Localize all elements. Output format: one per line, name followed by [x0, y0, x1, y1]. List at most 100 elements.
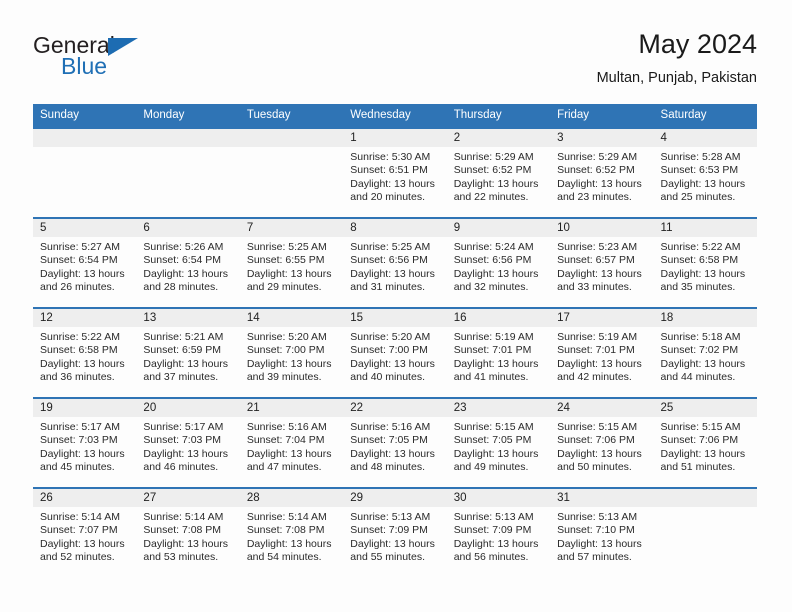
day-sunrise-text: Sunrise: 5:15 AM [557, 421, 638, 433]
day-sunrise-text: Sunrise: 5:24 AM [453, 241, 534, 253]
calendar-day-cell[interactable]: 1 Sunrise: 5:30 AM Sunset: 6:51 PM Daylight… [343, 127, 447, 218]
calendar-day-cell[interactable]: 24 Sunrise: 5:15 AM Sunset: 7:06 PM Dayligh… [550, 397, 654, 488]
day-details: Sunrise: 5:15 AM Sunset: 7:06 PM Daylight:… [654, 417, 757, 475]
day-details: Sunrise: 5:25 AM Sunset: 6:55 PM Daylight:… [240, 237, 343, 295]
day-daylight-line1-text: Daylight: 13 hours [40, 267, 125, 280]
day-details: Sunrise: 5:28 AM Sunset: 6:53 PM Daylight:… [654, 147, 757, 205]
calendar-day-cell [136, 127, 240, 218]
calendar-day-cell[interactable]: 22 Sunrise: 5:16 AM Sunset: 7:05 PM Dayligh… [343, 397, 447, 488]
empty-day [653, 489, 757, 577]
calendar-day-cell[interactable]: 12 Sunrise: 5:22 AM Sunset: 6:58 PM Dayligh… [33, 307, 137, 398]
calendar-day-cell[interactable]: 25 Sunrise: 5:15 AM Sunset: 7:06 PM Dayligh… [653, 397, 757, 488]
day-details: Sunrise: 5:19 AM Sunset: 7:01 PM Daylight:… [447, 327, 550, 385]
calendar-day-cell[interactable]: 5 Sunrise: 5:27 AM Sunset: 6:54 PM Daylight… [33, 217, 137, 308]
day-details: Sunrise: 5:14 AM Sunset: 7:07 PM Daylight:… [33, 507, 136, 565]
day-daylight-line2-text: and 47 minutes. [246, 461, 322, 474]
day-sunset-text: Sunset: 7:06 PM [660, 434, 739, 447]
calendar-day-cell[interactable]: 9 Sunrise: 5:24 AM Sunset: 6:56 PM Daylight… [446, 217, 551, 308]
calendar-day-cell[interactable]: 10 Sunrise: 5:23 AM Sunset: 6:57 PM Dayligh… [550, 217, 654, 308]
calendar-day-cell[interactable]: 27 Sunrise: 5:14 AM Sunset: 7:08 PM Dayligh… [136, 487, 240, 577]
day-daylight-line2-text: and 48 minutes. [350, 461, 425, 474]
calendar-day-cell[interactable]: 7 Sunrise: 5:25 AM Sunset: 6:55 PM Daylight… [239, 217, 344, 308]
calendar-day-cell[interactable]: 19 Sunrise: 5:17 AM Sunset: 7:03 PM Dayligh… [33, 397, 137, 488]
day-daylight-line1-text: Daylight: 13 hours [350, 267, 435, 280]
day-content: 21 Sunrise: 5:16 AM Sunset: 7:04 PM Dayligh… [239, 399, 344, 487]
page-header: General Blue May 2024 Multan, Punjab, Pa… [33, 28, 757, 96]
day-content: 22 Sunrise: 5:16 AM Sunset: 7:05 PM Dayligh… [343, 399, 447, 487]
calendar-day-cell[interactable]: 26 Sunrise: 5:14 AM Sunset: 7:07 PM Dayligh… [33, 487, 137, 577]
calendar-day-cell [33, 127, 137, 218]
day-content: 11 Sunrise: 5:22 AM Sunset: 6:58 PM Dayligh… [653, 219, 757, 307]
day-details: Sunrise: 5:17 AM Sunset: 7:03 PM Daylight:… [136, 417, 239, 475]
calendar-day-cell[interactable]: 18 Sunrise: 5:18 AM Sunset: 7:02 PM Dayligh… [653, 307, 757, 398]
day-daylight-line1-text: Daylight: 13 hours [246, 447, 332, 460]
day-daylight-line2-text: and 28 minutes. [143, 281, 219, 294]
day-sunset-text: Sunset: 6:57 PM [557, 254, 635, 267]
day-sunrise-text: Sunrise: 5:18 AM [660, 331, 741, 343]
sunrise-sunset-calendar-table: Sunday Monday Tuesday Wednesday Thursday… [33, 104, 757, 577]
day-daylight-line2-text: and 55 minutes. [350, 551, 425, 564]
calendar-day-cell[interactable]: 20 Sunrise: 5:17 AM Sunset: 7:03 PM Dayligh… [136, 397, 240, 488]
day-daylight-line1-text: Daylight: 13 hours [557, 177, 642, 190]
day-number: 20 [136, 399, 240, 417]
general-blue-logo[interactable]: General Blue [33, 34, 243, 90]
calendar-day-cell[interactable]: 29 Sunrise: 5:13 AM Sunset: 7:09 PM Dayligh… [343, 487, 447, 577]
calendar-day-cell[interactable]: 30 Sunrise: 5:13 AM Sunset: 7:09 PM Dayligh… [446, 487, 551, 577]
calendar-day-cell[interactable]: 28 Sunrise: 5:14 AM Sunset: 7:08 PM Dayligh… [239, 487, 344, 577]
day-daylight-line1-text: Daylight: 13 hours [350, 447, 435, 460]
day-details: Sunrise: 5:13 AM Sunset: 7:09 PM Daylight:… [343, 507, 446, 565]
calendar-day-cell[interactable]: 13 Sunrise: 5:21 AM Sunset: 6:59 PM Dayligh… [136, 307, 240, 398]
day-sunset-text: Sunset: 7:01 PM [557, 344, 635, 357]
calendar-day-cell[interactable]: 23 Sunrise: 5:15 AM Sunset: 7:05 PM Dayligh… [446, 397, 551, 488]
day-content: 3 Sunrise: 5:29 AM Sunset: 6:52 PM Daylight… [550, 129, 654, 217]
empty-day [136, 129, 240, 217]
day-content: 30 Sunrise: 5:13 AM Sunset: 7:09 PM Dayligh… [446, 489, 551, 577]
day-number: 13 [136, 309, 240, 327]
weekday-header-wednesday: Wednesday [343, 104, 447, 128]
calendar-day-cell[interactable]: 2 Sunrise: 5:29 AM Sunset: 6:52 PM Daylight… [446, 127, 551, 218]
calendar-day-cell[interactable]: 31 Sunrise: 5:13 AM Sunset: 7:10 PM Dayligh… [550, 487, 654, 577]
calendar-day-cell[interactable]: 11 Sunrise: 5:22 AM Sunset: 6:58 PM Dayligh… [653, 217, 757, 308]
day-sunset-text: Sunset: 6:58 PM [40, 344, 118, 357]
calendar-day-cell[interactable]: 8 Sunrise: 5:25 AM Sunset: 6:56 PM Daylight… [343, 217, 447, 308]
calendar-day-cell[interactable]: 6 Sunrise: 5:26 AM Sunset: 6:54 PM Daylight… [136, 217, 240, 308]
day-details: Sunrise: 5:21 AM Sunset: 6:59 PM Daylight:… [136, 327, 239, 385]
day-daylight-line1-text: Daylight: 13 hours [143, 357, 229, 370]
day-sunset-text: Sunset: 7:03 PM [143, 434, 222, 447]
calendar-week-row: 19 Sunrise: 5:17 AM Sunset: 7:03 PM Dayligh… [33, 397, 757, 488]
day-details: Sunrise: 5:16 AM Sunset: 7:04 PM Daylight:… [240, 417, 343, 475]
day-content: 19 Sunrise: 5:17 AM Sunset: 7:03 PM Dayligh… [33, 399, 137, 487]
day-daylight-line2-text: and 44 minutes. [660, 371, 736, 384]
day-sunrise-text: Sunrise: 5:14 AM [143, 511, 224, 523]
calendar-day-cell[interactable]: 16 Sunrise: 5:19 AM Sunset: 7:01 PM Dayligh… [446, 307, 551, 398]
day-daylight-line1-text: Daylight: 13 hours [143, 537, 229, 550]
calendar-day-cell[interactable]: 4 Sunrise: 5:28 AM Sunset: 6:53 PM Daylight… [653, 127, 757, 218]
day-sunset-text: Sunset: 6:59 PM [143, 344, 222, 357]
day-number: 16 [446, 309, 551, 327]
day-details: Sunrise: 5:20 AM Sunset: 7:00 PM Daylight:… [343, 327, 446, 385]
day-details: Sunrise: 5:30 AM Sunset: 6:51 PM Daylight:… [343, 147, 446, 205]
day-sunset-text: Sunset: 7:06 PM [557, 434, 635, 447]
day-daylight-line2-text: and 51 minutes. [660, 461, 736, 474]
day-content: 14 Sunrise: 5:20 AM Sunset: 7:00 PM Dayligh… [239, 309, 344, 397]
calendar-day-cell[interactable]: 14 Sunrise: 5:20 AM Sunset: 7:00 PM Dayligh… [239, 307, 344, 398]
calendar-day-cell[interactable]: 21 Sunrise: 5:16 AM Sunset: 7:04 PM Dayligh… [239, 397, 344, 488]
calendar-day-cell[interactable]: 15 Sunrise: 5:20 AM Sunset: 7:00 PM Dayligh… [343, 307, 447, 398]
day-daylight-line1-text: Daylight: 13 hours [40, 537, 125, 550]
day-sunset-text: Sunset: 6:52 PM [453, 164, 532, 177]
calendar-day-cell[interactable]: 3 Sunrise: 5:29 AM Sunset: 6:52 PM Daylight… [550, 127, 654, 218]
day-details: Sunrise: 5:27 AM Sunset: 6:54 PM Daylight:… [33, 237, 136, 295]
weekday-header-thursday: Thursday [446, 104, 551, 128]
day-sunrise-text: Sunrise: 5:13 AM [557, 511, 638, 523]
day-daylight-line2-text: and 41 minutes. [453, 371, 529, 384]
day-daylight-line1-text: Daylight: 13 hours [350, 537, 435, 550]
day-details: Sunrise: 5:22 AM Sunset: 6:58 PM Daylight:… [33, 327, 136, 385]
day-content: 7 Sunrise: 5:25 AM Sunset: 6:55 PM Daylight… [239, 219, 344, 307]
calendar-day-cell[interactable]: 17 Sunrise: 5:19 AM Sunset: 7:01 PM Dayligh… [550, 307, 654, 398]
day-content: 13 Sunrise: 5:21 AM Sunset: 6:59 PM Dayligh… [136, 309, 240, 397]
calendar-day-cell [653, 487, 757, 577]
day-sunset-text: Sunset: 6:53 PM [660, 164, 739, 177]
day-details: Sunrise: 5:29 AM Sunset: 6:52 PM Daylight:… [550, 147, 653, 205]
day-daylight-line1-text: Daylight: 13 hours [660, 447, 746, 460]
day-number: 11 [653, 219, 757, 237]
